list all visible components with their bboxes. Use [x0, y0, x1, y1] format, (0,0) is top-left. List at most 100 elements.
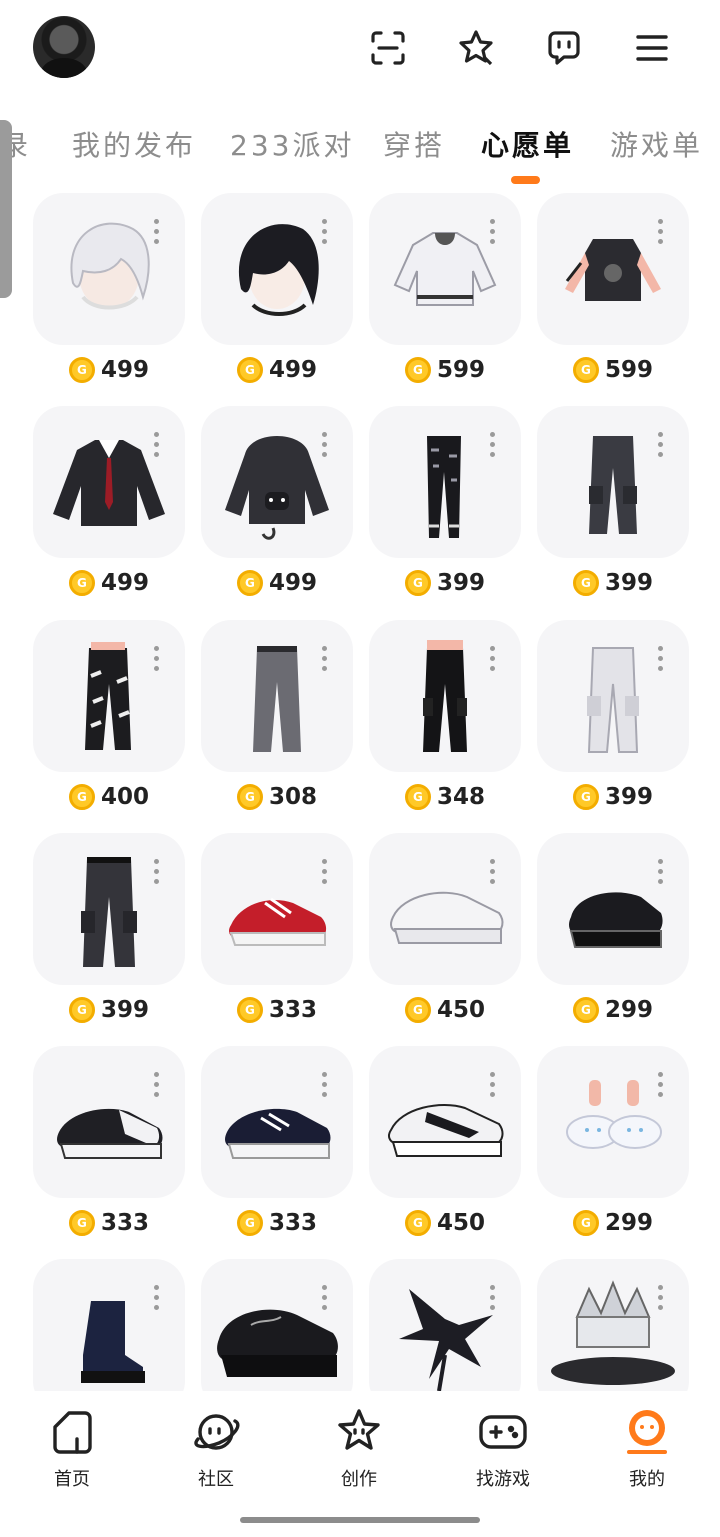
- more-options-icon[interactable]: [490, 1072, 496, 1098]
- item-price: G 599: [537, 354, 689, 386]
- wishlist-item-card[interactable]: [33, 1259, 185, 1391]
- item-image: [70, 222, 150, 310]
- more-options-icon[interactable]: [154, 1072, 160, 1098]
- price-value: 333: [100, 1210, 149, 1236]
- wishlist-item-card[interactable]: [537, 1259, 689, 1391]
- coin-icon: G: [68, 570, 95, 596]
- price-value: 450: [436, 997, 485, 1023]
- more-options-icon[interactable]: [658, 1285, 664, 1311]
- profile-icon: [627, 1410, 667, 1454]
- nav-me[interactable]: 我的: [597, 1405, 697, 1491]
- coin-icon: G: [404, 570, 431, 596]
- more-options-icon[interactable]: [322, 1072, 328, 1098]
- price-value: 299: [604, 1210, 653, 1236]
- more-options-icon[interactable]: [658, 432, 664, 458]
- item-price: G 348: [369, 781, 521, 813]
- nav-find-games[interactable]: 找游戏: [453, 1405, 553, 1491]
- tab-wishlist[interactable]: 心愿单: [481, 124, 574, 164]
- more-options-icon[interactable]: [490, 432, 496, 458]
- more-options-icon[interactable]: [490, 859, 496, 885]
- more-options-icon[interactable]: [154, 432, 160, 458]
- wishlist-item-card[interactable]: [201, 833, 353, 985]
- gamepad-icon: [479, 1415, 527, 1449]
- coin-icon: G: [68, 1210, 95, 1236]
- wishlist-item-card[interactable]: [537, 620, 689, 772]
- wishlist-item-card[interactable]: [537, 833, 689, 985]
- wishlist-item-card[interactable]: [369, 1046, 521, 1198]
- more-options-icon[interactable]: [154, 1285, 160, 1311]
- coin-icon: G: [236, 784, 263, 810]
- wishlist-item-card[interactable]: [369, 406, 521, 558]
- wishlist-item-card[interactable]: [369, 620, 521, 772]
- more-options-icon[interactable]: [322, 432, 328, 458]
- tab-bar: 录 我的发布 233派对 穿搭 心愿单 游戏单: [0, 110, 720, 188]
- tab-233-party[interactable]: 233派对: [230, 124, 354, 164]
- more-options-icon[interactable]: [490, 1285, 496, 1311]
- item-image: [253, 646, 301, 752]
- top-bar: [0, 0, 720, 98]
- wishlist-item-card[interactable]: [201, 1046, 353, 1198]
- wishlist-item-card[interactable]: [369, 833, 521, 985]
- more-options-icon[interactable]: [490, 219, 496, 245]
- price-value: 333: [268, 997, 317, 1023]
- item-price: G 399: [369, 567, 521, 599]
- more-options-icon[interactable]: [490, 646, 496, 672]
- more-options-icon[interactable]: [154, 646, 160, 672]
- wishlist-item-card[interactable]: [369, 1259, 521, 1391]
- wishlist-item-card[interactable]: [201, 1259, 353, 1391]
- more-options-icon[interactable]: [658, 646, 664, 672]
- item-price: G 450: [369, 1207, 521, 1239]
- menu-icon[interactable]: [629, 25, 675, 71]
- coin-icon: G: [404, 357, 431, 383]
- wishlist-item-card[interactable]: [201, 193, 353, 345]
- tab-game-list[interactable]: 游戏单: [610, 124, 703, 164]
- more-options-icon[interactable]: [154, 859, 160, 885]
- item-image: [388, 1104, 504, 1157]
- more-options-icon[interactable]: [658, 1072, 664, 1098]
- more-options-icon[interactable]: [658, 219, 664, 245]
- nav-home-label: 首页: [54, 1469, 90, 1490]
- wishlist-item-card[interactable]: [537, 193, 689, 345]
- wishlist-item-card[interactable]: [369, 193, 521, 345]
- more-options-icon[interactable]: [658, 859, 664, 885]
- nav-home[interactable]: 首页: [22, 1405, 122, 1491]
- chat-icon[interactable]: [541, 25, 587, 71]
- item-image: [569, 892, 663, 948]
- item-image: [390, 891, 504, 944]
- coin-icon: G: [68, 784, 95, 810]
- avatar[interactable]: [33, 16, 95, 78]
- wishlist-item-card[interactable]: [33, 1046, 185, 1198]
- item-price: G 450: [369, 994, 521, 1026]
- coin-icon: G: [68, 357, 95, 383]
- star-icon[interactable]: [453, 25, 499, 71]
- item-price: G 333: [201, 1207, 353, 1239]
- item-image: [53, 440, 165, 526]
- more-options-icon[interactable]: [322, 1285, 328, 1311]
- scan-icon[interactable]: [365, 25, 411, 71]
- wishlist-item-card[interactable]: [33, 620, 185, 772]
- item-image: [566, 1080, 662, 1149]
- tab-my-posts[interactable]: 我的发布: [72, 124, 196, 164]
- wishlist-item-card[interactable]: [201, 620, 353, 772]
- price-value: 399: [436, 570, 485, 596]
- wishlist-item-card[interactable]: [201, 406, 353, 558]
- wishlist-item-card[interactable]: [33, 193, 185, 345]
- item-image: [393, 232, 497, 306]
- nav-create[interactable]: 创作: [309, 1405, 409, 1491]
- more-options-icon[interactable]: [322, 219, 328, 245]
- item-price: G 399: [537, 567, 689, 599]
- coin-icon: G: [572, 997, 599, 1023]
- wishlist-item-card[interactable]: [33, 833, 185, 985]
- more-options-icon[interactable]: [154, 219, 160, 245]
- more-options-icon[interactable]: [322, 859, 328, 885]
- nav-community[interactable]: 社区: [166, 1405, 266, 1491]
- wishlist-item-card[interactable]: [33, 406, 185, 558]
- more-options-icon[interactable]: [322, 646, 328, 672]
- coin-icon: G: [404, 997, 431, 1023]
- wishlist-item-card[interactable]: [537, 1046, 689, 1198]
- wishlist-item-card[interactable]: [537, 406, 689, 558]
- tab-outfits[interactable]: 穿搭: [383, 124, 445, 164]
- item-price: G 299: [537, 994, 689, 1026]
- bottom-nav: 首页 社区 创作 找游戏 我的: [0, 1391, 720, 1537]
- item-price: G 399: [33, 994, 185, 1026]
